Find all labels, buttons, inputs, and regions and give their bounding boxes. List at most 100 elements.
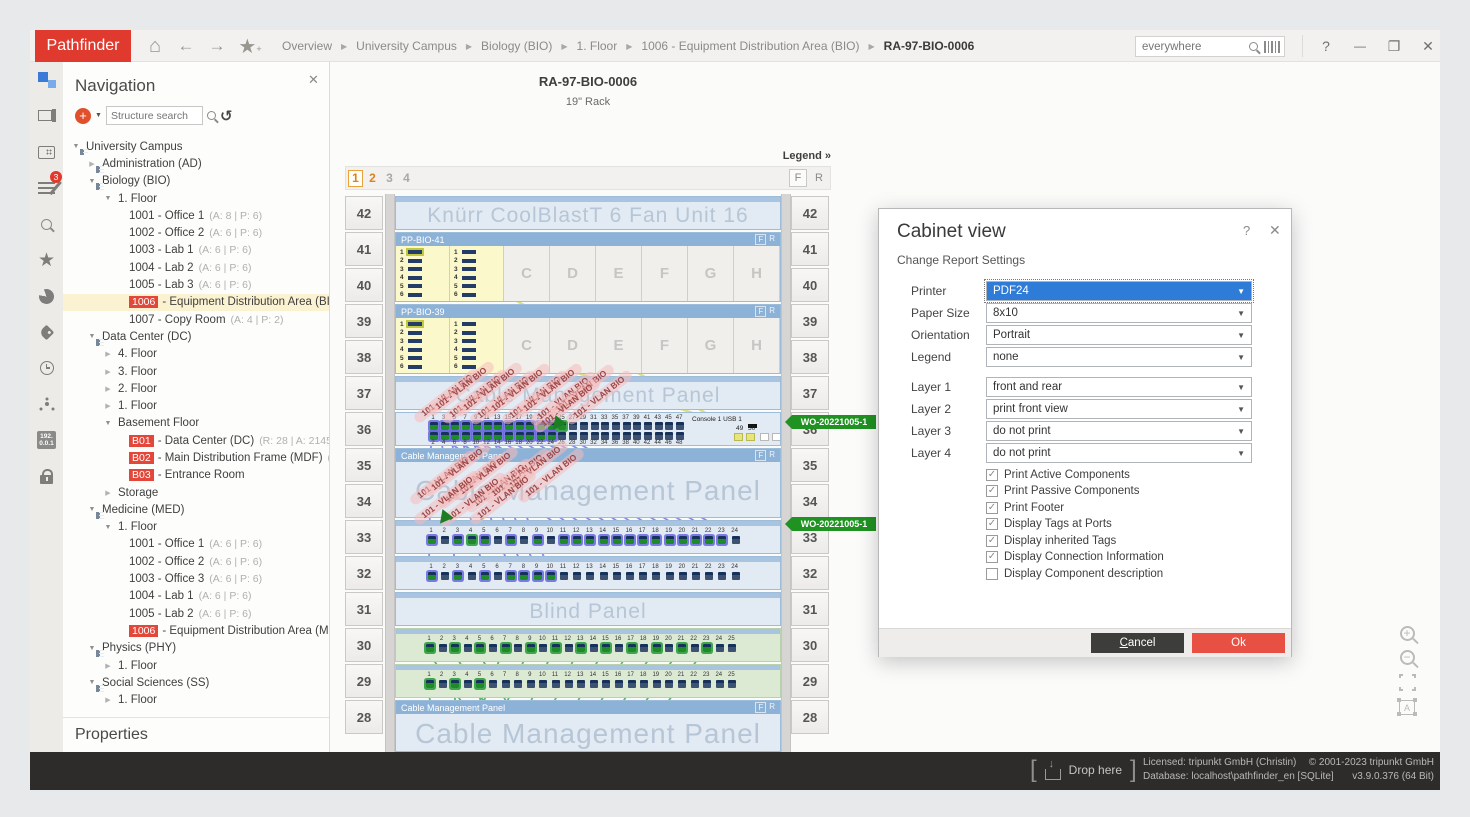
refresh-icon[interactable]: ↺ <box>220 107 233 125</box>
port[interactable] <box>718 536 726 544</box>
checkbox-checked[interactable]: ✓ <box>986 551 998 563</box>
port[interactable] <box>703 680 711 688</box>
panel-fr-r[interactable]: R <box>769 306 775 317</box>
port[interactable] <box>623 432 631 440</box>
port[interactable] <box>428 572 436 580</box>
close-button[interactable]: ✕ <box>1411 38 1445 55</box>
port[interactable] <box>676 422 684 430</box>
port[interactable] <box>665 644 673 652</box>
checkbox-checked[interactable]: ✓ <box>986 485 998 497</box>
port[interactable] <box>691 644 699 652</box>
field-select-printer[interactable]: PDF24▼ <box>986 281 1252 301</box>
breadcrumb-item[interactable]: RA-97-BIO-0006 <box>884 39 975 53</box>
port[interactable] <box>640 644 648 652</box>
pp-port[interactable] <box>408 365 422 369</box>
panel-fr-f[interactable]: F <box>755 306 766 317</box>
breadcrumb-item[interactable]: 1006 - Equipment Distribution Area (BIO) <box>641 39 859 53</box>
pp-port[interactable] <box>408 293 422 297</box>
port[interactable] <box>628 680 636 688</box>
fit-view-icon[interactable] <box>1399 674 1416 691</box>
dialog-help-icon[interactable]: ? <box>1243 223 1250 238</box>
port[interactable] <box>484 432 492 440</box>
port[interactable] <box>426 680 434 688</box>
tree-item[interactable]: ▶3. Floor <box>63 363 330 380</box>
port[interactable] <box>633 422 641 430</box>
pp-bio-41[interactable]: PP-BIO-41FR123456123456CDEFGH <box>395 232 781 302</box>
pp-port[interactable] <box>408 250 422 254</box>
field-select-layer-3[interactable]: do not print▼ <box>986 421 1252 441</box>
port[interactable] <box>615 644 623 652</box>
port[interactable] <box>464 644 472 652</box>
port[interactable] <box>534 536 542 544</box>
port[interactable] <box>732 572 740 580</box>
port[interactable] <box>628 644 636 652</box>
pp-port[interactable] <box>462 293 476 297</box>
port[interactable] <box>527 680 535 688</box>
tree-item[interactable]: B02- Main Distribution Frame (MDF)(R: <box>63 449 330 466</box>
port[interactable] <box>691 680 699 688</box>
restore-button[interactable]: ❐ <box>1377 38 1411 55</box>
closed-expander-icon[interactable]: ▶ <box>103 662 113 670</box>
dialog-checkbox-row[interactable]: ✓Display Tags at Ports <box>986 517 1112 532</box>
lock-icon[interactable] <box>30 458 63 494</box>
panel-30[interactable]: 1234567891011121314151617181920212223242… <box>395 628 781 662</box>
port[interactable] <box>602 644 610 652</box>
pp-port[interactable] <box>462 331 476 335</box>
port[interactable] <box>547 572 555 580</box>
port[interactable] <box>580 432 588 440</box>
aux-port-empty[interactable] <box>760 433 769 441</box>
port[interactable] <box>705 536 713 544</box>
pp-port[interactable] <box>408 348 422 352</box>
port[interactable] <box>507 536 515 544</box>
port[interactable] <box>441 572 449 580</box>
ip-address-icon[interactable]: 192.0.0.1 <box>30 422 63 458</box>
tree-item[interactable]: 1003 - Lab 1(A: 6 | P: 6) <box>63 242 330 259</box>
panel-fr-f[interactable]: F <box>755 234 766 245</box>
port[interactable] <box>565 680 573 688</box>
tree-item[interactable]: ▶Administration (AD) <box>63 155 330 172</box>
port[interactable] <box>692 572 700 580</box>
panel-fr-r[interactable]: R <box>769 450 775 461</box>
pp-bio-39[interactable]: PP-BIO-39FR123456123456CDEFGH <box>395 304 781 374</box>
port[interactable] <box>718 572 726 580</box>
port[interactable] <box>705 572 713 580</box>
legend-link[interactable]: Legend » <box>345 150 831 162</box>
tree-item[interactable]: 1001 - Office 1(A: 6 | P: 6) <box>63 536 330 553</box>
cmp-37[interactable]: Cable Management Panel <box>395 376 781 410</box>
pp-port[interactable] <box>462 250 476 254</box>
dialog-checkbox-row[interactable]: ✓Print Passive Components <box>986 484 1140 499</box>
port[interactable] <box>577 680 585 688</box>
port[interactable] <box>505 422 513 430</box>
checkbox-unchecked[interactable] <box>986 568 998 580</box>
pp-module[interactable]: 123456 <box>450 246 504 301</box>
back-icon[interactable]: ← <box>172 33 200 59</box>
dialog-checkbox-row[interactable]: ✓Print Active Components <box>986 467 1130 482</box>
port[interactable] <box>652 536 660 544</box>
ok-button[interactable]: Ok <box>1192 633 1285 653</box>
port[interactable] <box>679 572 687 580</box>
add-button[interactable]: + <box>75 108 91 124</box>
port[interactable] <box>560 536 568 544</box>
port[interactable] <box>430 432 438 440</box>
port[interactable] <box>703 644 711 652</box>
tree-item[interactable]: ▼Biology (BIO) <box>63 173 330 190</box>
structure-search-input[interactable] <box>106 106 203 125</box>
port[interactable] <box>728 644 736 652</box>
tree-item[interactable]: 1002 - Office 2(A: 6 | P: 6) <box>63 553 330 570</box>
port[interactable] <box>655 422 663 430</box>
port[interactable] <box>484 422 492 430</box>
tree-item[interactable]: B03- Entrance Room <box>63 467 330 484</box>
checkbox-checked[interactable]: ✓ <box>986 535 998 547</box>
port[interactable] <box>539 644 547 652</box>
port[interactable] <box>476 644 484 652</box>
port[interactable] <box>577 644 585 652</box>
port[interactable] <box>665 680 673 688</box>
port[interactable] <box>462 422 470 430</box>
pp-port[interactable] <box>462 284 476 288</box>
port[interactable] <box>441 432 449 440</box>
port[interactable] <box>516 432 524 440</box>
pp-module[interactable]: F <box>642 246 688 301</box>
port[interactable] <box>653 644 661 652</box>
port[interactable] <box>539 680 547 688</box>
port[interactable] <box>489 680 497 688</box>
